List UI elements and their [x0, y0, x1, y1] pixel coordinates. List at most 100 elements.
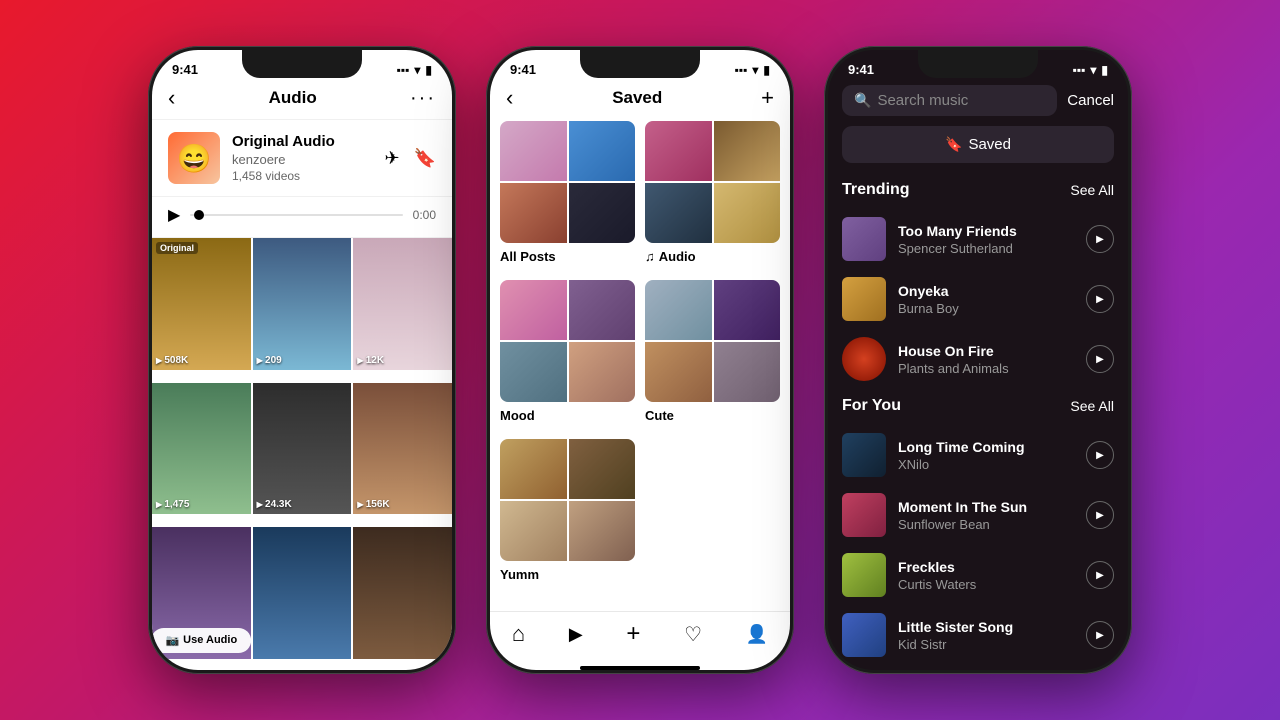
mosaic-cell — [714, 342, 781, 402]
mosaic-cell — [569, 121, 636, 181]
share-button[interactable]: ✈ — [384, 148, 399, 169]
table-row[interactable]: 156K — [353, 383, 452, 515]
more-button-1[interactable]: ··· — [410, 87, 436, 110]
mosaic-cell — [500, 342, 567, 402]
bottom-nav: ⌂ ▶ + ♡ 👤 — [490, 611, 790, 660]
wifi-icon-3: ▾ — [1090, 63, 1096, 77]
phone-music: 9:41 ▪▪▪ ▾ ▮ 🔍 Search music Cancel 🔖 Sav… — [824, 46, 1132, 674]
back-button-2[interactable]: ‹ — [506, 85, 513, 111]
search-input[interactable]: Search music — [877, 92, 968, 109]
time-label: 0:00 — [413, 208, 436, 222]
track-artist: XNilo — [898, 457, 1074, 472]
back-button-1[interactable]: ‹ — [168, 85, 175, 111]
avatar: 😄 — [168, 132, 220, 184]
battery-icon-1: ▮ — [425, 63, 432, 77]
collection-yumm[interactable]: Yumm — [500, 439, 635, 582]
phone-saved: 9:41 ▪▪▪ ▾ ▮ ‹ Saved + — [486, 46, 794, 674]
play-track-button[interactable]: ▶ — [1086, 501, 1114, 529]
table-row[interactable] — [253, 527, 352, 659]
signal-icon-2: ▪▪▪ — [735, 63, 748, 77]
collection-label: Yumm — [500, 567, 635, 582]
track-long-time-coming[interactable]: Long Time Coming XNilo ▶ — [828, 425, 1128, 485]
page-title-1: Audio — [269, 88, 317, 108]
mosaic-cell — [645, 183, 712, 243]
video-count: 12K — [357, 355, 384, 366]
music-search-header: 🔍 Search music Cancel — [828, 81, 1128, 126]
mosaic-cell — [500, 439, 567, 499]
play-track-button[interactable]: ▶ — [1086, 285, 1114, 313]
video-count: 156K — [357, 499, 389, 510]
table-row[interactable]: 1,475 — [152, 383, 251, 515]
profile-nav-button[interactable]: 👤 — [746, 624, 768, 645]
cancel-button[interactable]: Cancel — [1067, 92, 1114, 109]
battery-icon-3: ▮ — [1101, 63, 1108, 77]
home-nav-button[interactable]: ⌂ — [512, 621, 525, 647]
collection-audio[interactable]: ♫ Audio — [645, 121, 780, 264]
track-moment-in-the-sun[interactable]: Moment In The Sun Sunflower Bean ▶ — [828, 485, 1128, 545]
collection-mood[interactable]: Mood — [500, 280, 635, 423]
audio-username: kenzoere — [232, 152, 372, 167]
track-house-on-fire[interactable]: House On Fire Plants and Animals ▶ — [828, 329, 1128, 389]
saved-button[interactable]: 🔖 Saved — [842, 126, 1114, 163]
track-art — [842, 553, 886, 597]
track-art — [842, 613, 886, 657]
collection-all-posts[interactable]: All Posts — [500, 121, 635, 264]
mosaic-cell — [569, 501, 636, 561]
track-too-many-friends[interactable]: Too Many Friends Spencer Sutherland ▶ — [828, 209, 1128, 269]
track-info: House On Fire Plants and Animals — [898, 343, 1074, 376]
table-row[interactable]: 12K — [353, 238, 452, 370]
music-icon: ♫ — [645, 249, 655, 264]
track-freckles[interactable]: Freckles Curtis Waters ▶ — [828, 545, 1128, 605]
play-track-button[interactable]: ▶ — [1086, 561, 1114, 589]
play-track-button[interactable]: ▶ — [1086, 225, 1114, 253]
time-2: 9:41 — [510, 62, 536, 77]
activity-nav-button[interactable]: ♡ — [684, 622, 702, 647]
search-bar[interactable]: 🔍 Search music — [842, 85, 1057, 116]
audio-title: Original Audio — [232, 133, 372, 150]
table-row[interactable]: 📷 Use Audio — [152, 527, 251, 659]
audio-actions: ✈ 🔖 — [384, 148, 436, 169]
play-button[interactable]: ▶ — [168, 205, 180, 225]
track-onyeka[interactable]: Onyeka Burna Boy ▶ — [828, 269, 1128, 329]
play-track-button[interactable]: ▶ — [1086, 441, 1114, 469]
reels-nav-button[interactable]: ▶ — [569, 624, 583, 645]
save-button[interactable]: 🔖 — [414, 148, 436, 169]
trending-title: Trending — [842, 181, 910, 199]
original-label: Original — [156, 242, 198, 254]
video-grid: Original 508K 209 12K 1,475 24.3K 156K — [152, 238, 452, 670]
progress-track[interactable] — [190, 214, 402, 216]
search-icon: 🔍 — [854, 92, 871, 109]
time-1: 9:41 — [172, 62, 198, 77]
mosaic-cell — [500, 501, 567, 561]
notch-2 — [580, 50, 700, 78]
table-row[interactable]: 209 — [253, 238, 352, 370]
play-track-button[interactable]: ▶ — [1086, 621, 1114, 649]
audio-info: 😄 Original Audio kenzoere 1,458 videos ✈… — [152, 120, 452, 197]
use-audio-button[interactable]: 📷 Use Audio — [152, 628, 251, 653]
trending-section-header: Trending See All — [828, 177, 1128, 209]
bookmark-icon: 🔖 — [945, 136, 962, 153]
track-title: Moment In The Sun — [898, 499, 1074, 515]
track-artist: Curtis Waters — [898, 577, 1074, 592]
play-track-button[interactable]: ▶ — [1086, 345, 1114, 373]
track-title: Freckles — [898, 559, 1074, 575]
trending-see-all[interactable]: See All — [1070, 182, 1114, 198]
table-row[interactable]: Original 508K — [152, 238, 251, 370]
collection-label: Cute — [645, 408, 780, 423]
mosaic-cell — [645, 342, 712, 402]
collection-row: Yumm — [500, 439, 780, 582]
table-row[interactable]: 24.3K — [253, 383, 352, 515]
wifi-icon-1: ▾ — [414, 63, 420, 77]
for-you-see-all[interactable]: See All — [1070, 398, 1114, 414]
table-row[interactable] — [353, 527, 452, 659]
mosaic-cell — [714, 280, 781, 340]
collection-cute[interactable]: Cute — [645, 280, 780, 423]
mosaic-cell — [569, 183, 636, 243]
signal-icon-3: ▪▪▪ — [1073, 63, 1086, 77]
mosaic-cell — [569, 280, 636, 340]
track-artist: Kid Sistr — [898, 637, 1074, 652]
add-nav-button[interactable]: + — [626, 620, 640, 648]
track-little-sister-song[interactable]: Little Sister Song Kid Sistr ▶ — [828, 605, 1128, 665]
track-artist: Sunflower Bean — [898, 517, 1074, 532]
add-button[interactable]: + — [761, 85, 774, 111]
